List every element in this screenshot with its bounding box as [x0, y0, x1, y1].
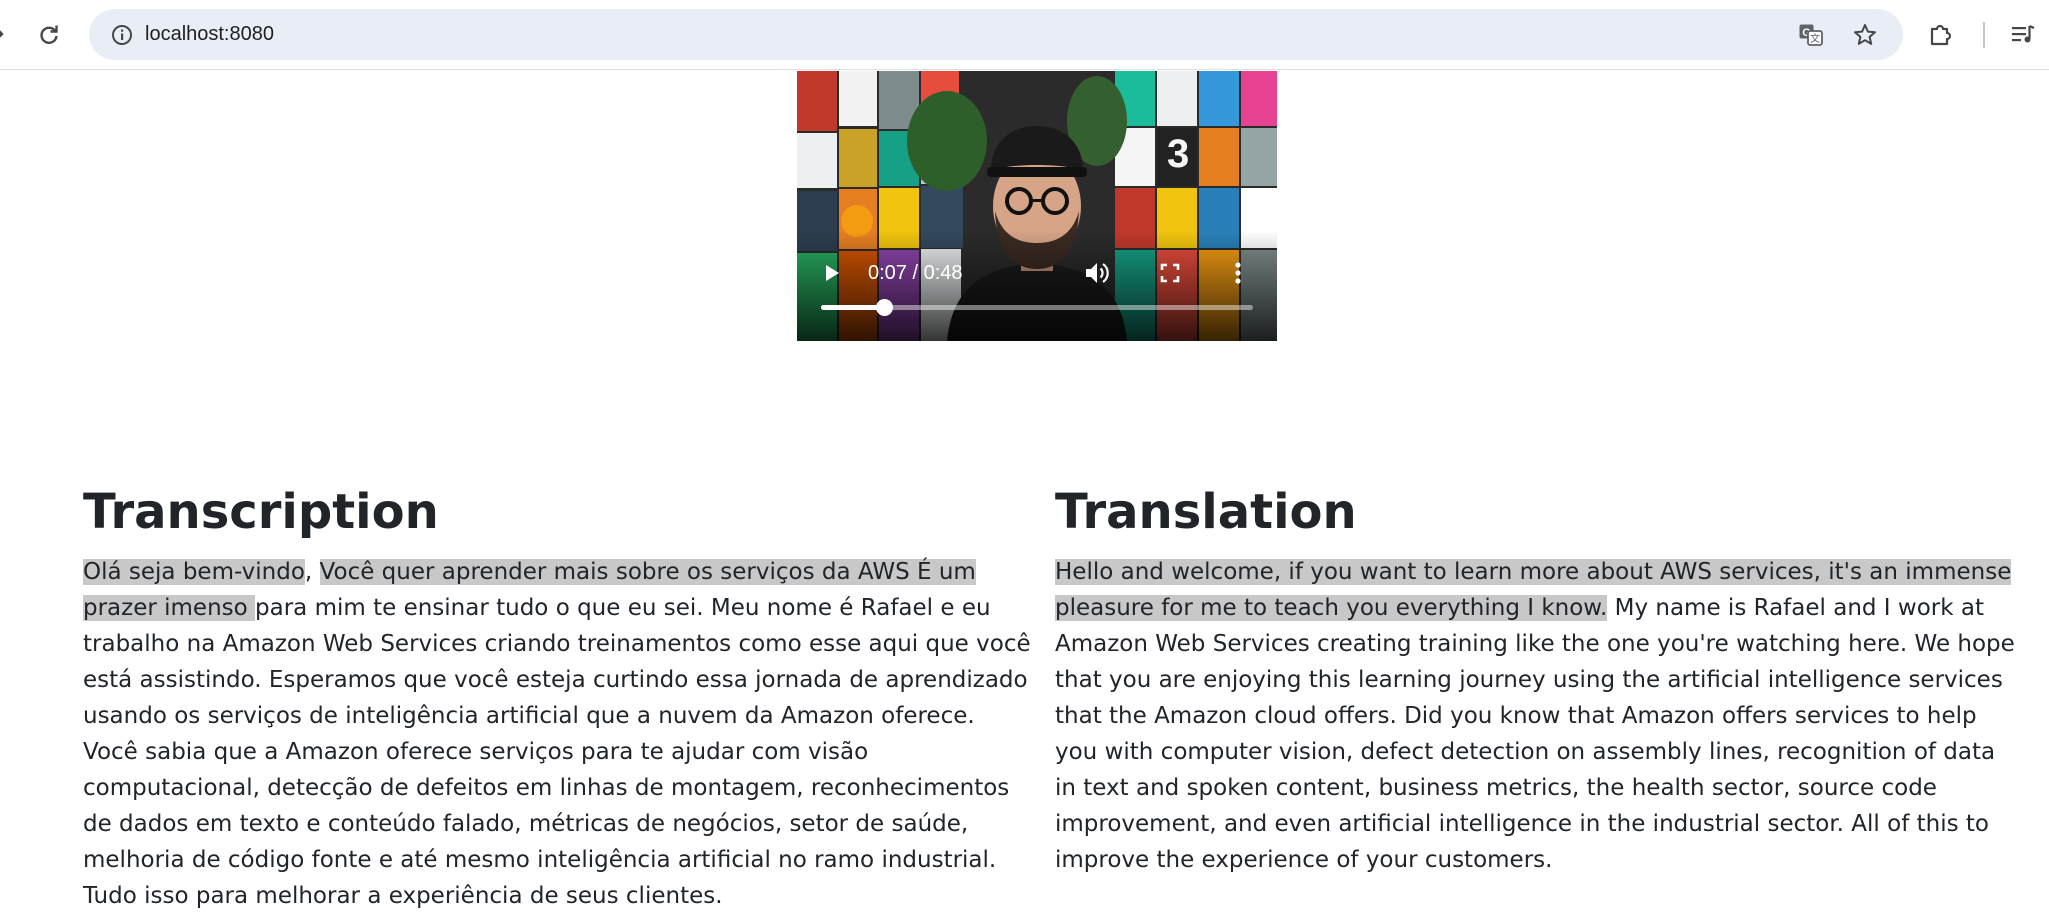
translate-icon[interactable]: G文: [1795, 19, 1827, 51]
toolbar-divider: [1983, 22, 1985, 48]
transcription-section: Transcription Olá seja bem-vindo, Você q…: [83, 482, 1033, 914]
reading-list-icon[interactable]: [2008, 20, 2038, 50]
seek-bar-thumb[interactable]: [876, 299, 894, 316]
translation-heading: Translation: [1055, 484, 1357, 540]
transcription-heading: Transcription: [83, 484, 439, 540]
address-bar[interactable]: localhost:8080 G文: [89, 9, 1903, 60]
browser-toolbar: localhost:8080 G文: [0, 0, 2049, 70]
play-icon[interactable]: [815, 257, 847, 289]
star-icon[interactable]: [1849, 19, 1881, 51]
video-time-display: 0:07 / 0:48: [868, 262, 963, 284]
extensions-icon[interactable]: [1925, 19, 1957, 51]
more-vert-icon[interactable]: [1225, 257, 1251, 289]
svg-text:3: 3: [1167, 132, 1189, 176]
fullscreen-icon[interactable]: [1154, 257, 1186, 289]
transcription-text: Olá seja bem-vindo, Você quer aprender m…: [83, 542, 1033, 914]
seek-bar[interactable]: [821, 299, 1253, 316]
translation-segment[interactable]: My name is Rafael and I work at Amazon W…: [1055, 595, 2015, 873]
video-player[interactable]: 3 0:07 / 0:48: [797, 71, 1277, 341]
translation-text: Hello and welcome, if you want to learn …: [1055, 542, 2015, 878]
site-info-icon[interactable]: [109, 22, 135, 48]
reload-icon[interactable]: [34, 20, 64, 50]
volume-icon[interactable]: [1081, 257, 1113, 289]
translation-section: Translation Hello and welcome, if you wa…: [1055, 482, 2015, 878]
transcription-segment[interactable]: Olá seja bem-vindo: [83, 559, 305, 585]
transcription-segment[interactable]: ,: [305, 559, 320, 585]
url-text[interactable]: localhost:8080: [145, 9, 274, 60]
svg-text:文: 文: [1810, 32, 1820, 45]
seek-bar-progress: [821, 305, 885, 310]
back-arrow-icon[interactable]: [0, 24, 10, 44]
transcription-segment[interactable]: para mim te ensinar tudo o que eu sei. M…: [83, 595, 1031, 909]
